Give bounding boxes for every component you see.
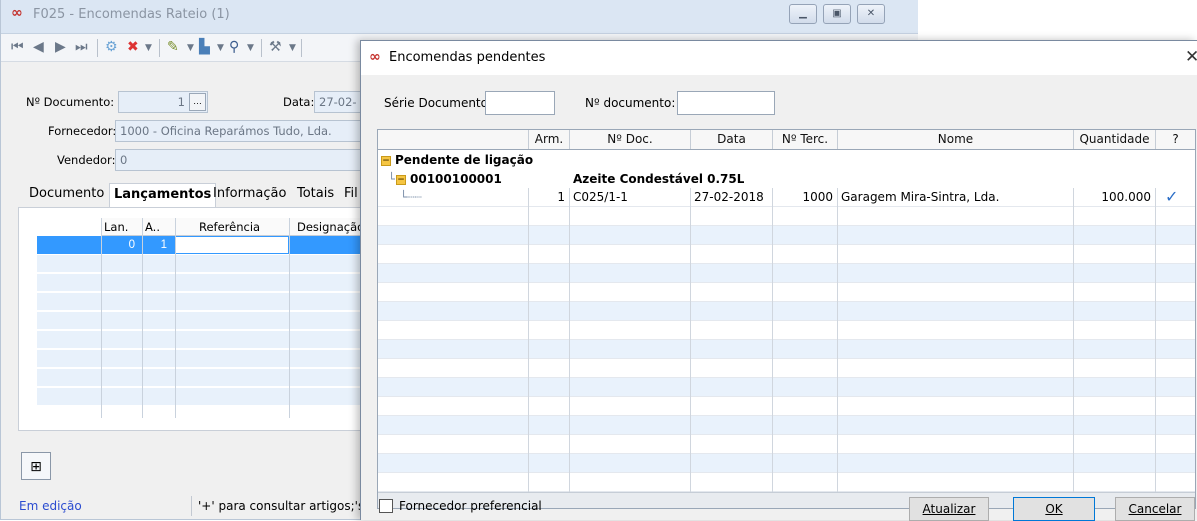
article-name: Azeite Condestável 0.75L	[573, 172, 745, 186]
article-code: 00100100001	[410, 172, 502, 186]
serie-input[interactable]	[485, 91, 555, 115]
preferred-supplier-checkbox[interactable]	[379, 499, 393, 513]
edit-dropdown-icon[interactable]: ▼	[187, 43, 194, 53]
num-doc-input[interactable]	[677, 91, 775, 115]
cell-nome: Garagem Mira-Sintra, Lda.	[841, 190, 1000, 204]
grid-header: Arm. Nº Doc. Data Nº Terc. Nome Quantida…	[378, 130, 1195, 150]
delete-icon[interactable]: ✖	[127, 39, 139, 55]
preferred-supplier-label: Fornecedor preferencial	[399, 499, 542, 513]
minimize-button[interactable]: ▁	[789, 4, 817, 24]
dialog-title: Encomendas pendentes	[389, 50, 546, 65]
check-icon[interactable]: ✓	[1165, 188, 1187, 206]
collapse-icon[interactable]: −	[396, 174, 406, 185]
next-record-icon[interactable]: ▶	[55, 39, 66, 55]
tab-totais[interactable]: Totais	[293, 183, 338, 207]
article-row[interactable]: └ −00100100001 Azeite Condestável 0.75L	[378, 170, 1195, 188]
doc-lookup-button[interactable]: …	[189, 93, 206, 111]
cell-ndoc: C025/1-1	[573, 190, 628, 204]
prev-record-icon[interactable]: ◀	[33, 39, 44, 55]
group-label: Pendente de ligação	[395, 153, 534, 167]
pending-orders-dialog: ∞ Encomendas pendentes ✕ Série Documento…	[360, 40, 1197, 521]
col-a[interactable]: A..	[145, 220, 160, 234]
col-quantidade[interactable]: Quantidade	[1073, 130, 1155, 149]
refresh-button[interactable]: Atualizar	[909, 497, 989, 521]
seller-label: Vendedor:	[57, 153, 116, 167]
col-designacao[interactable]: Designação	[297, 220, 364, 234]
tab-documento[interactable]: Documento	[25, 183, 108, 207]
status-mode: Em edição	[19, 499, 82, 513]
col-nome[interactable]: Nome	[837, 130, 1073, 149]
save-dropdown-icon[interactable]: ▼	[217, 43, 224, 53]
tools-dropdown-icon[interactable]: ▼	[289, 43, 296, 53]
tab-informacao[interactable]: Informação	[209, 183, 290, 207]
col-nterc[interactable]: Nº Terc.	[772, 130, 837, 149]
lines-grid-header: Lan. A.. Referência Designação	[101, 218, 364, 236]
col-lan[interactable]: Lan.	[104, 220, 128, 234]
last-record-icon[interactable]: ⏭	[75, 39, 88, 55]
cell-nterc: 1000	[802, 190, 833, 204]
col-ndoc[interactable]: Nº Doc.	[569, 130, 690, 149]
row-a: 1	[160, 239, 167, 251]
ok-button[interactable]: OK	[1013, 497, 1095, 521]
dialog-close-icon[interactable]: ✕	[1185, 47, 1197, 67]
search-icon[interactable]: ⚲	[229, 39, 239, 55]
tree-icon: ⊞	[30, 459, 42, 475]
main-window-titlebar: ∞ F025 - Encomendas Rateio (1) ▁ ▣ ✕	[1, 0, 918, 34]
maximize-button[interactable]: ▣	[823, 4, 851, 24]
referencia-input[interactable]	[175, 236, 289, 254]
first-record-icon[interactable]: ⏮	[11, 39, 24, 55]
cell-data: 27-02-2018	[694, 190, 764, 204]
table-row[interactable]: 0 1	[37, 236, 363, 254]
pending-orders-grid[interactable]: Arm. Nº Doc. Data Nº Terc. Nome Quantida…	[377, 129, 1196, 509]
tools-icon[interactable]: ⚒	[269, 39, 282, 55]
main-window-title: F025 - Encomendas Rateio (1)	[33, 7, 230, 22]
supplier-field[interactable]: 1000 - Oficina Reparámos Tudo, Lda.	[115, 120, 363, 142]
num-doc-label: Nº documento:	[585, 96, 676, 110]
col-referencia[interactable]: Referência	[199, 220, 260, 234]
cell-quantidade: 100.000	[1101, 190, 1151, 204]
col-data[interactable]: Data	[690, 130, 772, 149]
cancel-button[interactable]: Cancelar	[1115, 497, 1195, 521]
date-field[interactable]: 27-02-	[314, 91, 362, 113]
edit-icon[interactable]: ✎	[167, 39, 179, 55]
col-check[interactable]: ?	[1155, 130, 1195, 149]
doc-number-label: Nº Documento:	[26, 95, 115, 109]
close-button[interactable]: ✕	[857, 4, 885, 24]
tab-fil[interactable]: Fil	[340, 183, 362, 207]
col-arm[interactable]: Arm.	[528, 130, 569, 149]
tab-lancamentos[interactable]: Lançamentos	[109, 183, 217, 207]
app-logo-icon: ∞	[369, 49, 381, 65]
serie-label: Série Documento:	[384, 96, 493, 110]
save-icon[interactable]: ▙	[199, 39, 210, 55]
date-label: Data:	[283, 95, 315, 109]
collapse-icon[interactable]: −	[381, 155, 391, 166]
tree-view-button[interactable]: ⊞	[21, 452, 51, 480]
supplier-label: Fornecedor:	[48, 124, 117, 138]
seller-field[interactable]: 0	[115, 149, 363, 171]
col-tree	[378, 130, 528, 149]
new-icon[interactable]: ⚙	[105, 39, 118, 55]
search-dropdown-icon[interactable]: ▼	[247, 43, 254, 53]
delete-dropdown-icon[interactable]: ▼	[145, 43, 152, 53]
cell-arm: 1	[557, 190, 565, 204]
dialog-titlebar: ∞ Encomendas pendentes ✕	[361, 41, 1197, 75]
status-hint: '+' para consultar artigos;'s	[198, 499, 365, 513]
group-row[interactable]: − Pendente de ligação	[378, 151, 1195, 169]
app-logo-icon: ∞	[11, 5, 23, 21]
row-lan: 0	[128, 239, 135, 251]
